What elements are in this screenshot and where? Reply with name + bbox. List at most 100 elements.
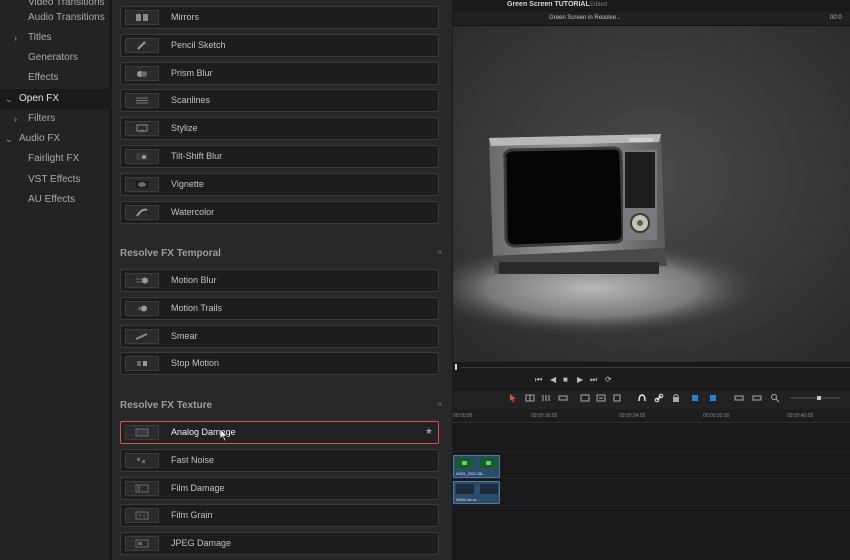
effect-item-vignette[interactable]: Vignette <box>120 172 439 196</box>
viewer-scrub-bar[interactable] <box>453 361 850 371</box>
linked-selection-icon[interactable] <box>654 393 664 403</box>
insert-clip-icon[interactable] <box>580 393 590 403</box>
nav-item-effects[interactable]: Effects <box>0 68 111 88</box>
effect-item-pencil-sketch[interactable]: Pencil Sketch <box>120 33 439 57</box>
timeline-tracks[interactable] <box>453 423 850 560</box>
chevron-down-icon[interactable]: ⌄ <box>616 14 621 21</box>
nav-item-vst-effects[interactable]: VST Effects <box>0 170 111 190</box>
snapping-icon[interactable] <box>637 393 647 403</box>
nav-item-label: AU Effects <box>28 194 76 205</box>
timeline-clip-v1[interactable]: A049-ulz.m... <box>453 481 500 504</box>
effect-item-analog-damage[interactable]: Analog Damage ★ <box>120 421 439 444</box>
play-icon[interactable]: ▶ <box>577 374 583 386</box>
nav-item-open-fx[interactable]: ⌄ Open FX <box>0 89 111 109</box>
effect-item-motion-trails[interactable]: Motion Trails <box>120 296 439 320</box>
effect-item-label: Stylize <box>171 123 198 134</box>
film-grain-icon <box>125 508 159 524</box>
stop-icon[interactable]: ■ <box>563 374 568 386</box>
full-extent-zoom-icon[interactable] <box>734 393 744 403</box>
detail-zoom-icon[interactable] <box>752 393 762 403</box>
replace-clip-icon[interactable] <box>612 393 622 403</box>
nav-item-au-effects[interactable]: AU Effects <box>0 190 111 210</box>
nav-item-fairlight-fx[interactable]: Fairlight FX <box>0 149 111 169</box>
marker-icon[interactable] <box>708 393 718 403</box>
effect-item-prism-blur[interactable]: Prism Blur <box>120 61 439 85</box>
edited-status: Edited <box>590 2 608 8</box>
mouse-cursor-icon <box>219 428 229 442</box>
stop-motion-icon <box>125 356 159 372</box>
track-divider <box>453 478 850 479</box>
nav-item-label: VST Effects <box>28 174 81 185</box>
effect-item-label: Film Grain <box>171 510 213 521</box>
effects-nav-panel: Video Transitions Audio Transitions › Title… <box>0 0 111 560</box>
chevron-right-icon[interactable]: › <box>14 109 17 129</box>
motion-trails-icon <box>125 300 159 316</box>
nav-item-titles[interactable]: › Titles <box>0 28 111 48</box>
overwrite-clip-icon[interactable] <box>596 393 606 403</box>
effect-item-smear[interactable]: Smear <box>120 324 439 348</box>
zoom-slider[interactable] <box>790 393 840 403</box>
jump-to-end-icon[interactable]: ⏭ <box>590 374 597 386</box>
nav-item-generators[interactable]: Generators <box>0 48 111 68</box>
timeline-clip-v2[interactable]: A003_2022-08... <box>453 455 500 478</box>
collapse-icon[interactable]: ^ <box>438 246 442 262</box>
nav-item-label: Audio Transitions <box>28 12 105 23</box>
nav-item-filters[interactable]: › Filters <box>0 109 111 129</box>
effect-item-label: Watercolor <box>171 206 215 217</box>
effect-item-stylize[interactable]: Stylize <box>120 117 439 141</box>
effect-item-scanlines[interactable]: Scanlines <box>120 89 439 113</box>
nav-item-audio-fx[interactable]: ⌄ Audio FX <box>0 129 111 149</box>
section-resolve-fx-texture[interactable]: Resolve FX Texture ^ <box>120 398 442 414</box>
clip-thumbnail <box>456 484 498 494</box>
effect-item-fast-noise[interactable]: Fast Noise <box>120 448 439 472</box>
collapse-icon[interactable]: ^ <box>438 398 442 414</box>
effect-item-stop-motion[interactable]: Stop Motion <box>120 352 439 376</box>
clip-label: A003_2022-08... <box>456 471 486 476</box>
effect-item-film-damage[interactable]: Film Damage <box>120 476 439 500</box>
effect-item-mirrors[interactable]: Mirrors <box>120 6 439 29</box>
stylize-icon <box>125 121 159 137</box>
mirrors-icon <box>125 10 159 25</box>
effect-item-watercolor[interactable]: Watercolor <box>120 200 439 224</box>
effect-item-label: Scanlines <box>171 95 211 106</box>
ruler-timecode: 00:00:24:00 <box>619 413 646 419</box>
favorite-star-icon[interactable]: ★ <box>425 426 433 437</box>
jump-to-start-icon[interactable]: ⏮ <box>535 374 542 386</box>
watercolor-icon <box>125 204 159 220</box>
play-reverse-icon[interactable]: ◀ <box>550 374 556 386</box>
dynamic-trim-icon[interactable] <box>541 393 551 403</box>
nav-item-audio-transitions[interactable]: Audio Transitions <box>0 8 111 28</box>
section-title: Resolve FX Temporal <box>120 248 221 259</box>
section-resolve-fx-temporal[interactable]: Resolve FX Temporal ^ <box>120 246 442 262</box>
effect-item-tilt-shift-blur[interactable]: Tilt-Shift Blur <box>120 145 439 168</box>
effect-item-motion-blur[interactable]: Motion Blur <box>120 269 439 292</box>
clip-label: A049-ulz.m... <box>456 497 480 502</box>
trim-tool-icon[interactable] <box>525 393 535 403</box>
chevron-right-icon[interactable]: › <box>14 28 17 48</box>
effect-item-film-grain[interactable]: Film Grain <box>120 504 439 528</box>
chevron-down-icon[interactable]: ⌄ <box>5 89 13 109</box>
nav-item-label: Fairlight FX <box>28 153 80 164</box>
timeline-selector[interactable]: Green Screen in Resolve <box>549 15 616 21</box>
ruler-timecode: 00:00:32:00 <box>703 413 730 419</box>
effect-item-jpeg-damage[interactable]: JPEG Damage <box>120 532 439 556</box>
track-divider <box>453 451 850 452</box>
blade-tool-icon[interactable] <box>558 393 568 403</box>
selection-tool-icon[interactable] <box>508 393 518 403</box>
project-title: Green Screen TUTORIAL <box>507 1 590 8</box>
effect-item-label: JPEG Damage <box>171 538 232 549</box>
jpeg-damage-icon <box>125 536 159 552</box>
effect-item-label: Tilt-Shift Blur <box>171 151 223 161</box>
effect-item-label: Vignette <box>171 178 204 189</box>
transport-controls <box>453 371 850 389</box>
chevron-down-icon[interactable]: ⌄ <box>5 129 13 149</box>
effect-item-label: Stop Motion <box>171 358 220 369</box>
flag-icon[interactable] <box>690 393 700 403</box>
loop-icon[interactable]: ⟳ <box>605 374 612 386</box>
effect-item-label: Prism Blur <box>171 67 213 78</box>
motion-blur-icon <box>125 273 159 288</box>
custom-zoom-icon[interactable] <box>770 393 780 403</box>
lock-icon[interactable] <box>671 393 681 403</box>
viewer-canvas[interactable] <box>453 26 850 361</box>
playhead-marker[interactable] <box>455 364 457 370</box>
